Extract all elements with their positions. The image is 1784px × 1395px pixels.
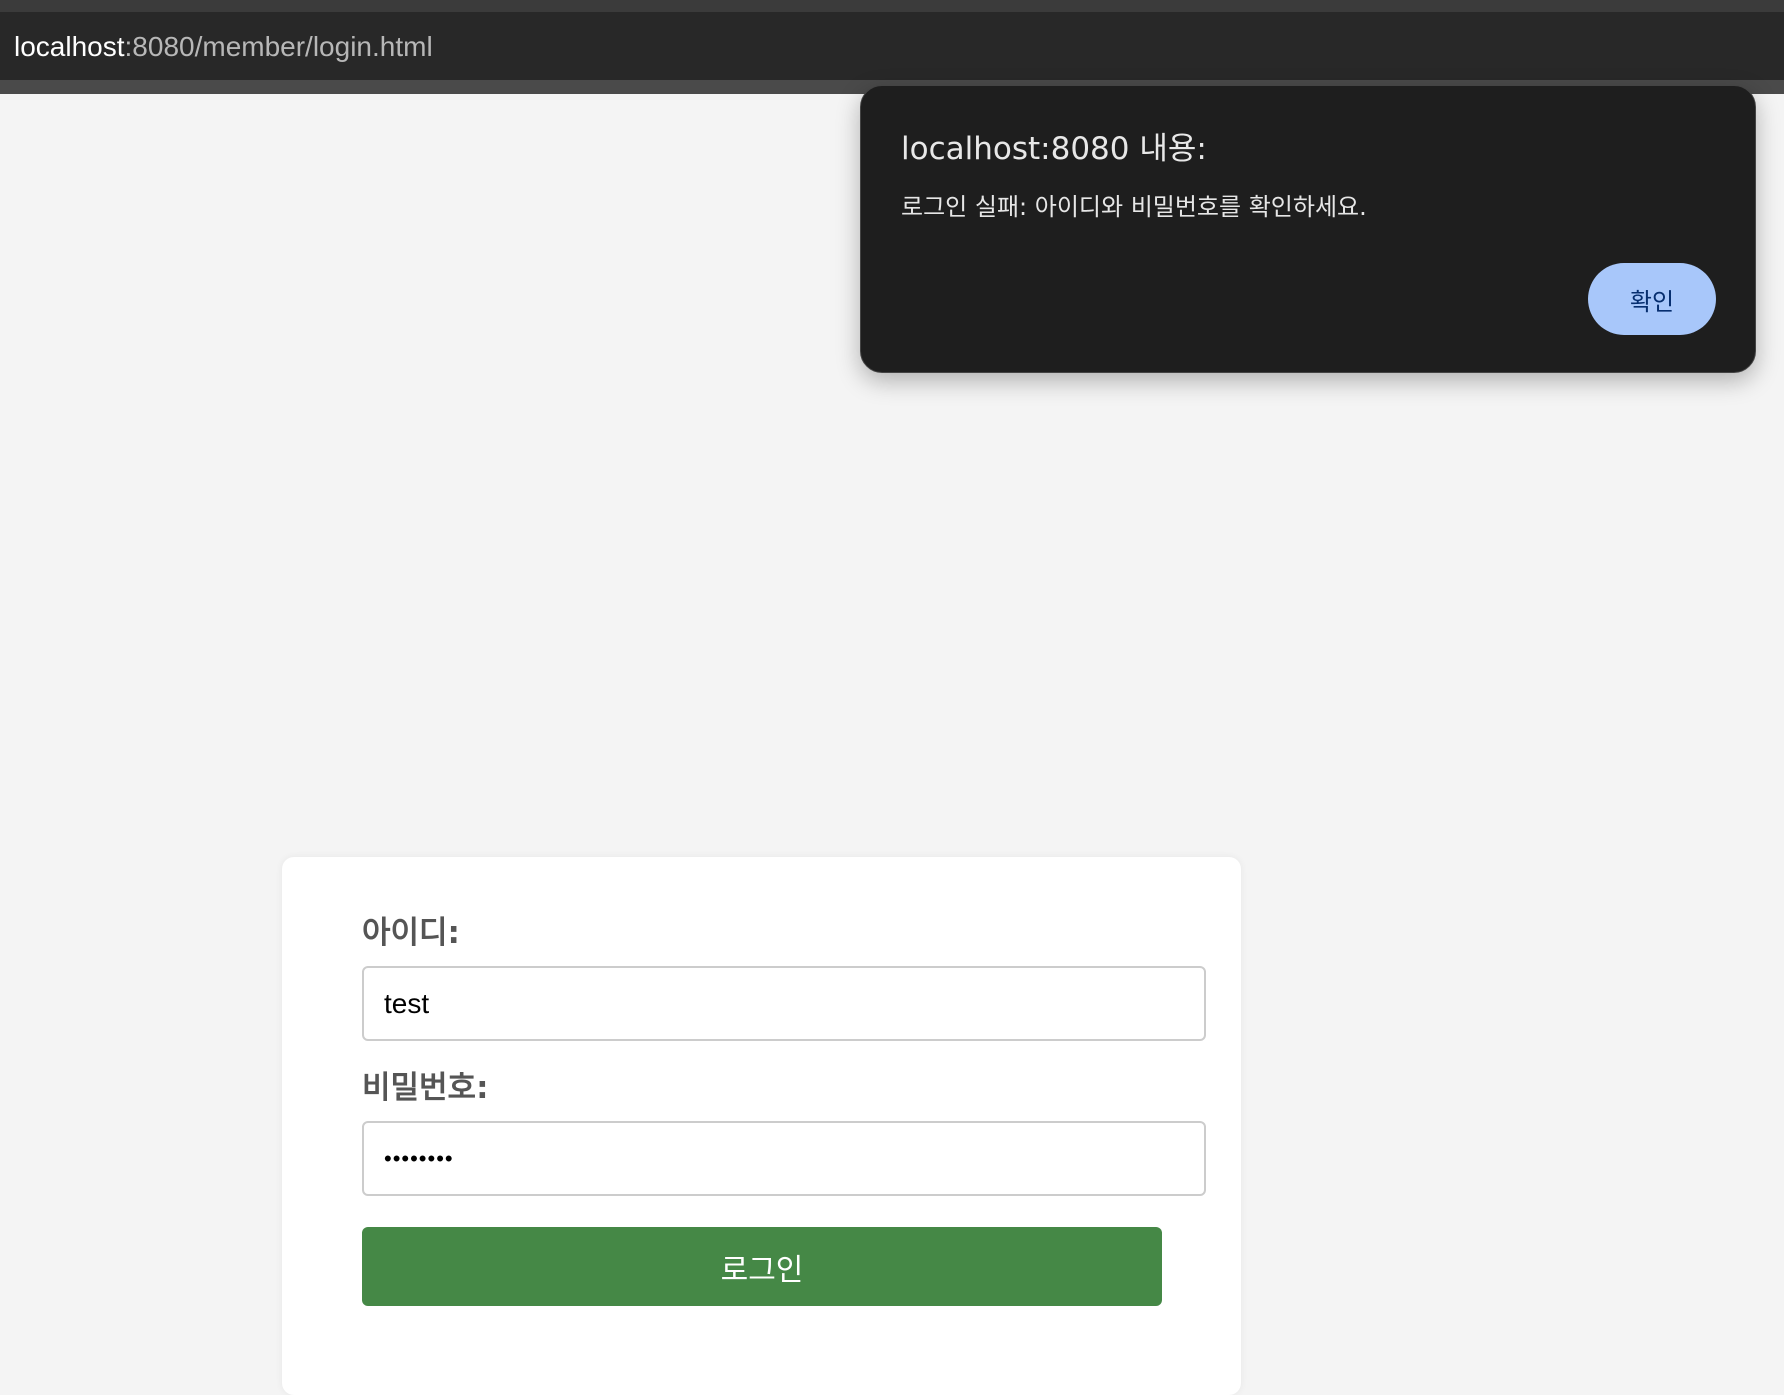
id-input[interactable] (362, 966, 1206, 1041)
login-button[interactable]: 로그인 (362, 1227, 1162, 1306)
id-label: 아이디: (362, 915, 460, 951)
alert-title: localhost:8080 내용: (901, 131, 1207, 167)
password-input[interactable] (362, 1121, 1206, 1196)
url-text[interactable]: localhost:8080/member/login.html (14, 30, 433, 64)
browser-tab-strip (0, 0, 1784, 12)
alert-dialog: localhost:8080 내용: 로그인 실패: 아이디와 비밀번호를 확인… (860, 85, 1756, 373)
address-bar[interactable]: localhost:8080/member/login.html (0, 12, 1784, 80)
password-label: 비밀번호: (362, 1070, 489, 1106)
url-host: localhost (14, 31, 125, 62)
alert-ok-button[interactable]: 확인 (1588, 263, 1716, 335)
alert-message: 로그인 실패: 아이디와 비밀번호를 확인하세요. (901, 193, 1367, 221)
login-card: 아이디: 비밀번호: 로그인 (282, 857, 1241, 1395)
url-path: :8080/member/login.html (124, 31, 433, 62)
